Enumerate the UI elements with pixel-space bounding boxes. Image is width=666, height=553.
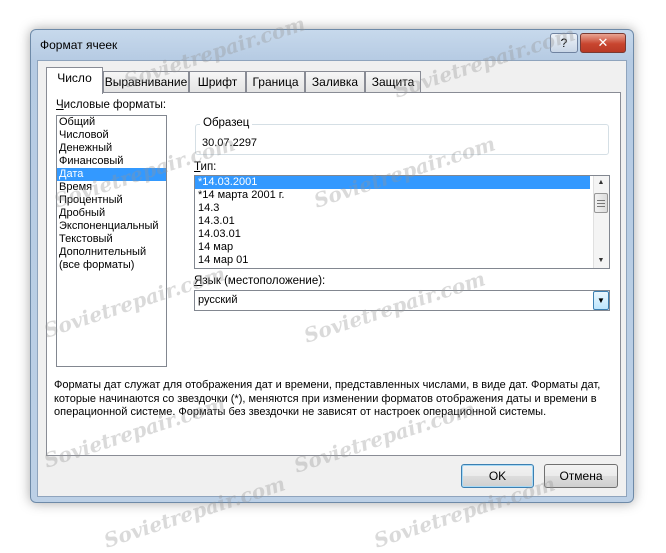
list-item[interactable]: Время (57, 181, 166, 194)
tab-font[interactable]: Шрифт (189, 71, 246, 93)
category-label: Числовые форматы: (56, 99, 167, 111)
dialog-title: Формат ячеек (40, 38, 118, 52)
list-item-selected[interactable]: Дата (57, 168, 166, 181)
category-list[interactable]: Общий Числовой Денежный Финансовый Дата … (56, 115, 167, 367)
list-item[interactable]: Финансовый (57, 155, 166, 168)
locale-select[interactable] (194, 290, 610, 311)
locale-label: Язык (местоположение): (194, 275, 326, 287)
locale-value: русский (198, 294, 238, 306)
list-item[interactable]: Экспоненциальный (57, 220, 166, 233)
help-button[interactable]: ? (550, 33, 578, 53)
list-item[interactable]: 14.3.01 (195, 215, 590, 228)
cancel-button[interactable]: Отмена (544, 464, 618, 488)
scroll-up-icon[interactable]: ▲ (593, 176, 609, 190)
sample-group (195, 124, 609, 155)
close-button[interactable]: ✕ (580, 33, 626, 53)
list-item[interactable]: Числовой (57, 129, 166, 142)
tab-alignment[interactable]: Выравнивание (103, 71, 189, 93)
chevron-down-icon[interactable]: ▼ (593, 291, 609, 310)
type-list[interactable]: *14.03.2001 *14 марта 2001 г. 14.3 14.3.… (194, 175, 610, 269)
grip-line (597, 200, 605, 201)
tab-number[interactable]: Число (46, 67, 103, 94)
list-item[interactable]: Общий (57, 116, 166, 129)
list-item[interactable]: Дополнительный (57, 246, 166, 259)
list-item[interactable]: Денежный (57, 142, 166, 155)
tab-fill[interactable]: Заливка (305, 71, 365, 93)
list-item-selected[interactable]: *14.03.2001 (195, 176, 590, 189)
list-item[interactable]: 14 мар 01 (195, 254, 590, 267)
list-item[interactable]: 14.3 (195, 202, 590, 215)
grip-line (597, 203, 605, 204)
sample-value: 30.07.2297 (202, 137, 258, 149)
list-item[interactable]: 14.03.01 (195, 228, 590, 241)
tab-protection[interactable]: Защита (365, 71, 421, 93)
list-item[interactable]: (все форматы) (57, 259, 166, 272)
type-label: Тип: (194, 161, 217, 173)
grip-line (597, 206, 605, 207)
scroll-down-icon[interactable]: ▼ (593, 254, 609, 268)
list-item[interactable]: Процентный (57, 194, 166, 207)
list-item[interactable]: 14 мар (195, 241, 590, 254)
sample-label: Образец (200, 117, 253, 129)
list-item[interactable]: Дробный (57, 207, 166, 220)
ok-button[interactable]: OK (461, 464, 534, 488)
list-item[interactable]: Текстовый (57, 233, 166, 246)
format-description: Форматы дат служат для отображения дат и… (54, 379, 601, 418)
list-item[interactable]: *14 марта 2001 г. (195, 189, 590, 202)
tab-border[interactable]: Граница (246, 71, 305, 93)
